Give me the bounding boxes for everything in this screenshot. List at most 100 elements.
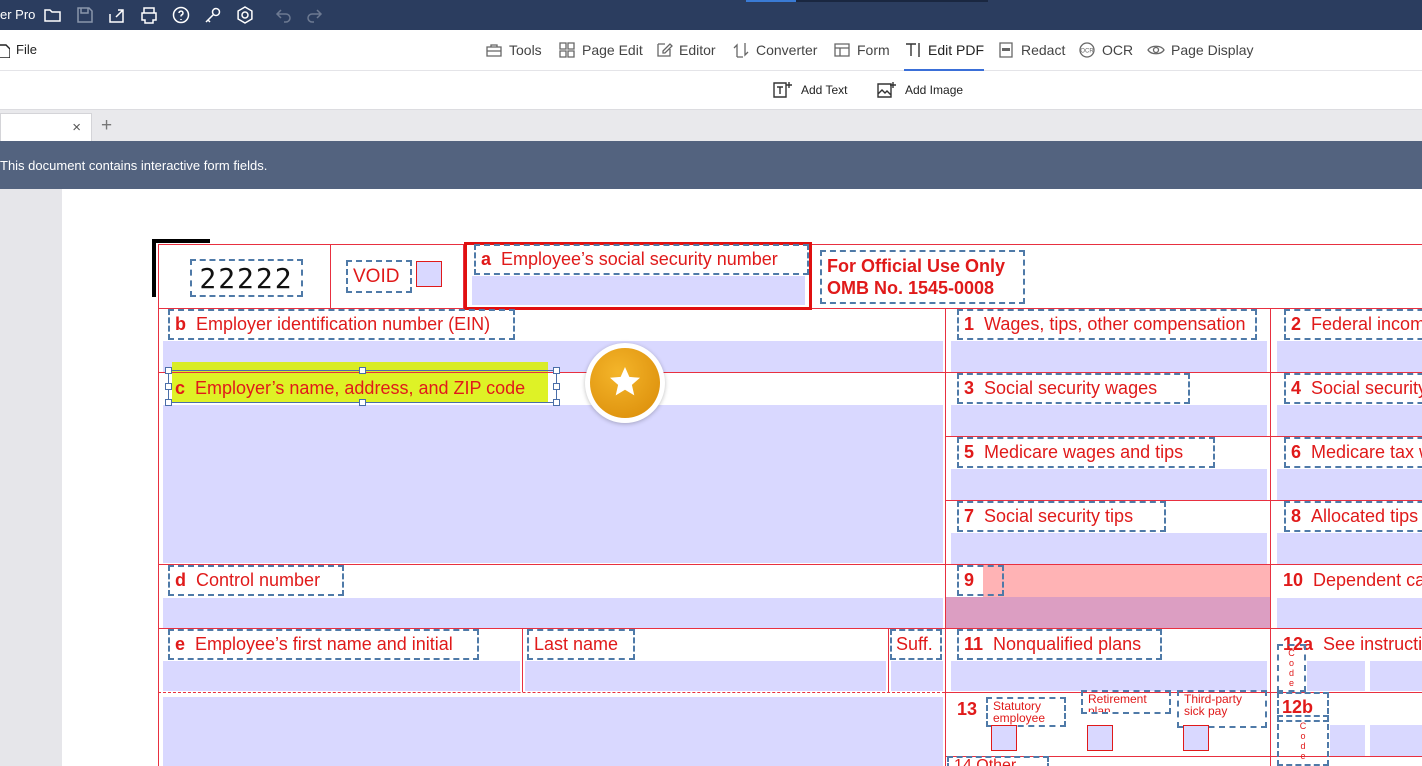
field-box9[interactable] xyxy=(945,597,1270,629)
menu-edit-pdf[interactable]: Edit PDF xyxy=(904,40,985,71)
label-box11: 11 Nonqualified plans xyxy=(957,629,1162,660)
menu-tools-label: Tools xyxy=(509,42,542,58)
field-last-name[interactable] xyxy=(525,661,886,691)
field-box5[interactable] xyxy=(951,469,1267,500)
new-tab-icon[interactable]: + xyxy=(101,115,112,137)
add-image-button[interactable]: Add Image xyxy=(877,81,963,99)
document-tab-row: × + xyxy=(0,110,1422,141)
field-box12b-code[interactable] xyxy=(1330,725,1365,756)
window-tab-strip xyxy=(746,0,988,2)
add-image-label: Add Image xyxy=(905,83,964,97)
menu-redact[interactable]: Redact xyxy=(997,40,1065,60)
settings-icon[interactable] xyxy=(235,5,255,25)
field-box12a-amount[interactable] xyxy=(1370,661,1422,691)
menu-converter-label: Converter xyxy=(756,42,818,58)
corner-mark xyxy=(152,239,210,243)
field-box12a-code[interactable] xyxy=(1307,661,1365,691)
menu-page-edit-label: Page Edit xyxy=(582,42,643,58)
menu-editor[interactable]: Editor xyxy=(655,40,716,60)
field-box9-top[interactable] xyxy=(983,564,1270,597)
field-box7[interactable] xyxy=(951,533,1267,564)
menu-ocr[interactable]: OCR OCR xyxy=(1078,40,1133,60)
file-menu[interactable]: File xyxy=(0,42,37,58)
field-box4[interactable] xyxy=(1277,405,1422,436)
share-icon[interactable] xyxy=(107,5,127,25)
resize-handle[interactable] xyxy=(359,399,366,406)
form-dashed-line xyxy=(158,692,945,693)
form-line xyxy=(1270,308,1271,766)
retirement-plan-checkbox[interactable] xyxy=(1087,725,1113,751)
document-tab[interactable]: × xyxy=(0,113,92,141)
field-c-employer-address[interactable] xyxy=(163,405,943,563)
label-box5-text: Medicare wages and tips xyxy=(984,442,1184,462)
favorite-star-button[interactable] xyxy=(585,343,665,423)
field-e-first-name[interactable] xyxy=(163,661,520,691)
statutory-employee-checkbox[interactable] xyxy=(991,725,1017,751)
label-box1-num: 1 xyxy=(964,314,975,334)
field-box11[interactable] xyxy=(951,661,1267,691)
resize-handle[interactable] xyxy=(359,367,366,374)
app-name: er Pro xyxy=(0,7,36,22)
void-checkbox[interactable] xyxy=(416,261,442,287)
form-code: 22222 xyxy=(190,259,303,297)
label-box2-text: Federal income tax withheld xyxy=(1311,314,1422,334)
resize-handle[interactable] xyxy=(553,367,560,374)
field-box10[interactable] xyxy=(1277,598,1422,628)
menu-ocr-label: OCR xyxy=(1102,42,1134,58)
third-party-sick-pay-checkbox[interactable] xyxy=(1183,725,1209,751)
redo-icon[interactable] xyxy=(304,5,324,25)
label-e-text: Employee’s first name and initial xyxy=(195,634,453,654)
label-box14-text: 14 Other xyxy=(954,757,1017,766)
field-box6[interactable] xyxy=(1277,469,1422,500)
close-tab-icon[interactable]: × xyxy=(72,119,81,136)
menu-tools[interactable]: Tools xyxy=(485,40,542,60)
label-box7: 7 Social security tips xyxy=(957,501,1166,532)
undo-icon[interactable] xyxy=(274,5,294,25)
form-line xyxy=(330,244,331,308)
label-box5-num: 5 xyxy=(964,442,975,462)
official-use-line2: OMB No. 1545-0008 xyxy=(827,278,995,298)
field-box2[interactable] xyxy=(1277,341,1422,372)
label-box9-num: 9 xyxy=(964,570,975,590)
statutory-text: Statutory employee xyxy=(993,699,1046,725)
menu-converter[interactable]: Converter xyxy=(732,40,817,60)
label-box4-text: Social security tax withheld xyxy=(1311,378,1422,398)
print-icon[interactable] xyxy=(139,5,159,25)
resize-handle[interactable] xyxy=(165,367,172,374)
menu-page-display[interactable]: Page Display xyxy=(1147,40,1254,60)
resize-handle[interactable] xyxy=(553,383,560,390)
resize-handle[interactable] xyxy=(553,399,560,406)
menu-page-edit[interactable]: Page Edit xyxy=(558,40,643,60)
resize-handle[interactable] xyxy=(165,383,172,390)
field-d-control-number[interactable] xyxy=(163,598,943,628)
save-icon[interactable] xyxy=(75,5,95,25)
key-icon[interactable] xyxy=(203,5,223,25)
resize-handle[interactable] xyxy=(165,399,172,406)
void-text: VOID xyxy=(353,265,400,287)
field-suffix[interactable] xyxy=(891,661,943,691)
add-text-button[interactable]: Add Text xyxy=(773,81,847,99)
field-box8[interactable] xyxy=(1277,533,1422,564)
help-icon[interactable] xyxy=(171,5,191,25)
label-box10: 10 Dependent care benefits xyxy=(1276,565,1422,596)
label-suffix-text: Suff. xyxy=(896,634,933,654)
label-box1: 1 Wages, tips, other compensation xyxy=(957,309,1257,340)
official-use-label: For Official Use Only OMB No. 1545-0008 xyxy=(820,250,1025,304)
label-last-name: Last name xyxy=(527,629,635,660)
field-box12b-amount[interactable] xyxy=(1370,725,1422,756)
menu-redact-label: Redact xyxy=(1021,42,1066,58)
pdf-page[interactable]: 22222 VOID a Employee’s social security n… xyxy=(62,189,1422,766)
label-suffix: Suff. xyxy=(890,629,942,660)
void-label: VOID xyxy=(346,260,412,293)
add-text-icon xyxy=(773,82,792,98)
field-box1[interactable] xyxy=(951,341,1267,372)
label-e-first-name: e Employee’s first name and initial xyxy=(168,629,479,660)
label-box8-text: Allocated tips xyxy=(1311,506,1419,526)
label-d-control: d Control number xyxy=(168,565,344,596)
form-line xyxy=(945,308,946,766)
eye-icon xyxy=(1147,45,1165,55)
field-box3[interactable] xyxy=(951,405,1267,436)
open-folder-icon[interactable] xyxy=(43,5,63,25)
menu-form[interactable]: Form xyxy=(833,40,890,60)
field-f-employee-address[interactable] xyxy=(163,697,943,766)
